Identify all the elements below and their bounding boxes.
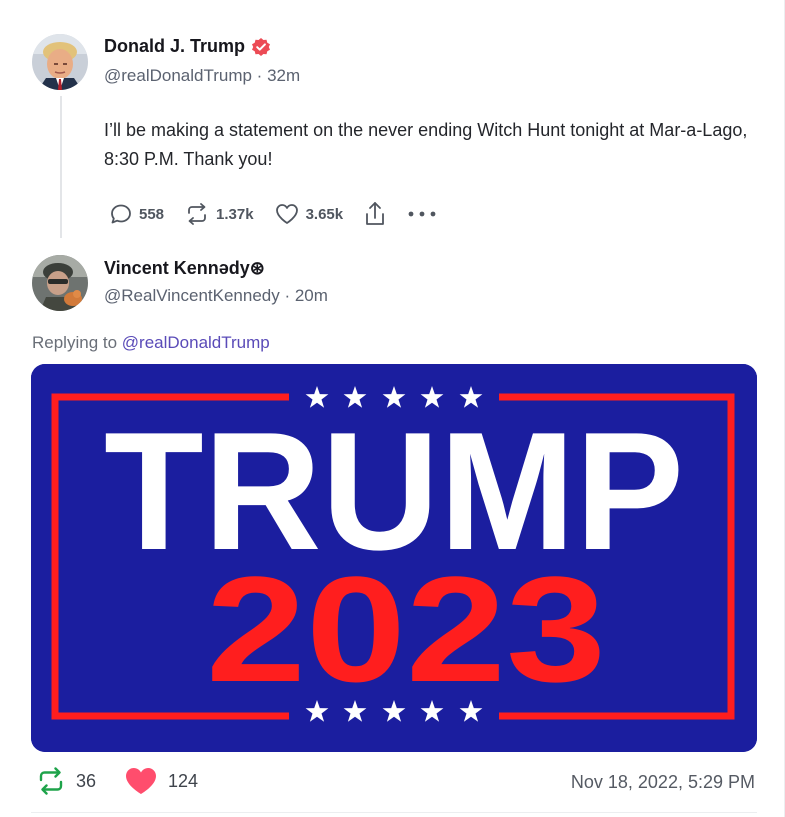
- share-button[interactable]: [363, 200, 387, 228]
- original-post-text: I’ll be making a statement on the never …: [104, 120, 748, 169]
- retruth-icon: [39, 767, 63, 795]
- replying-to-label: Replying to: [32, 333, 122, 352]
- reply-stats: 36 124: [36, 766, 226, 796]
- thread-card: Donald J. Trump @realDonaldTrump · 32m I…: [0, 0, 785, 817]
- reply-like-stat[interactable]: 124: [124, 766, 198, 796]
- like-button[interactable]: 3.65k: [274, 202, 344, 226]
- replying-to-line: Replying to @realDonaldTrump: [32, 333, 270, 353]
- bottom-divider: [31, 812, 757, 813]
- trump-avatar[interactable]: [32, 34, 88, 90]
- reply-timestamp[interactable]: Nov 18, 2022, 5:29 PM: [571, 772, 755, 793]
- more-options-button[interactable]: [407, 209, 437, 219]
- original-author-name-text: Donald J. Trump: [104, 36, 246, 56]
- reply-like-count: 124: [168, 770, 199, 791]
- share-icon: [366, 202, 385, 225]
- heart-outline-icon: [275, 204, 298, 224]
- original-author-handle[interactable]: @realDonaldTrump · 32m: [104, 66, 300, 86]
- reply-retruth-count: 36: [76, 770, 97, 791]
- replying-to-mention-link[interactable]: @realDonaldTrump: [122, 333, 270, 352]
- more-icon: [408, 211, 436, 217]
- reply-count: 558: [139, 205, 165, 223]
- retruth-count: 1.37k: [216, 205, 254, 223]
- thread-connector-line: [60, 96, 62, 238]
- like-count: 3.65k: [305, 205, 344, 223]
- reply-author-name[interactable]: Vincent Kennәdy⊛: [104, 258, 265, 279]
- reply-button[interactable]: 558: [109, 202, 164, 226]
- retruth-icon: [188, 203, 206, 225]
- heart-filled-icon: [126, 768, 157, 794]
- reply-retruth-stat[interactable]: 36: [36, 767, 96, 795]
- banner-year: 2023: [206, 545, 606, 713]
- vincent-avatar[interactable]: [32, 255, 88, 311]
- reply-author-handle[interactable]: @RealVincentKennedy · 20m: [104, 286, 328, 306]
- original-author-name[interactable]: Donald J. Trump: [104, 36, 271, 57]
- verified-badge-icon: [252, 37, 271, 56]
- reply-attached-image[interactable]: TRUMP 2023: [31, 364, 757, 752]
- reply-icon: [111, 204, 131, 224]
- original-post-actions: 558 1.37k 3.65k: [109, 200, 457, 228]
- retruth-button[interactable]: 1.37k: [184, 202, 254, 226]
